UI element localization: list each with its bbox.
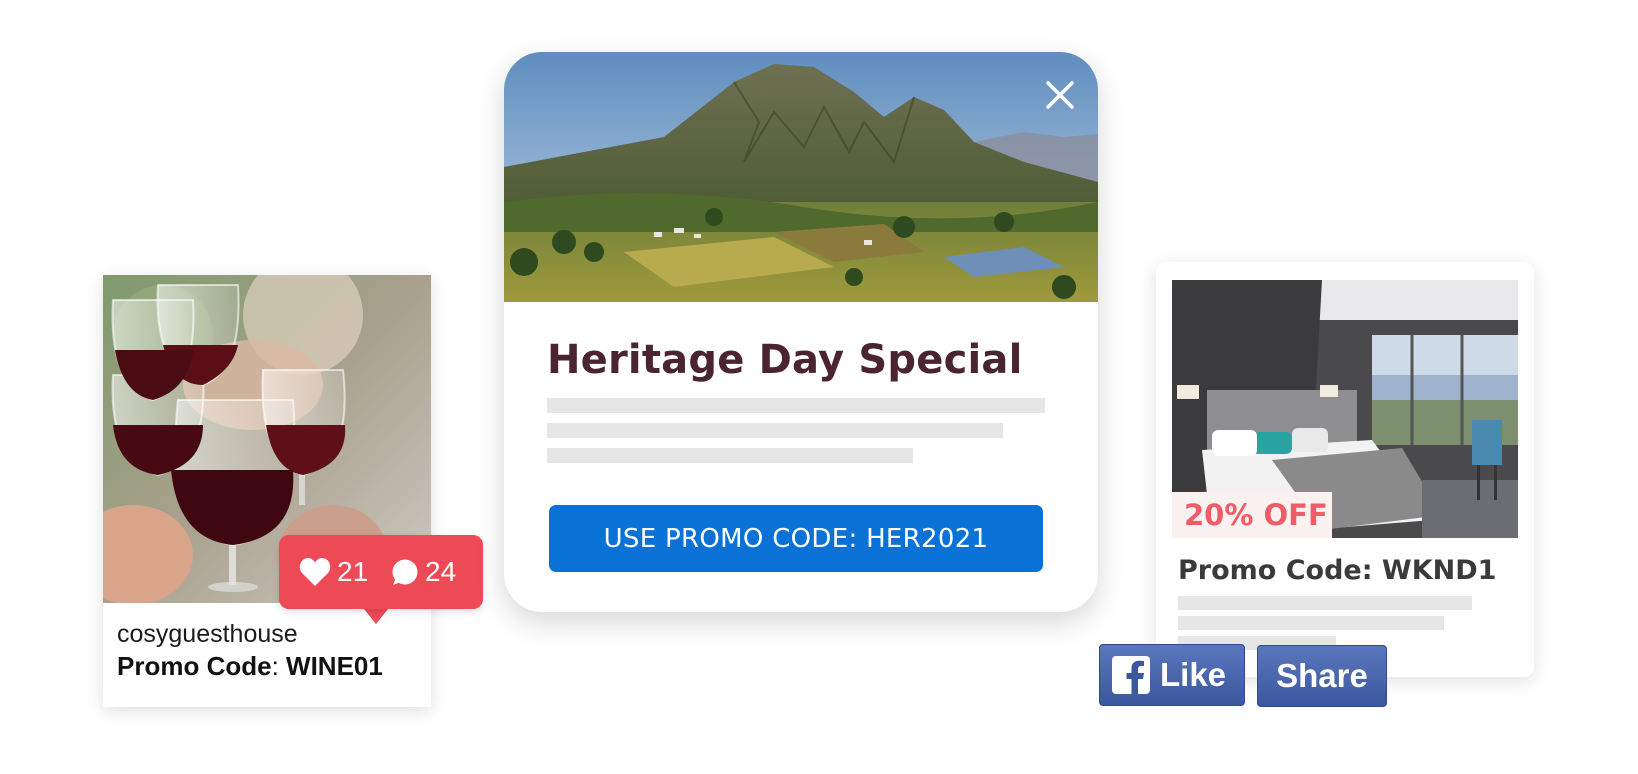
use-promo-code-button[interactable]: USE PROMO CODE: HER2021 <box>549 505 1043 572</box>
text-placeholder-line <box>547 448 913 463</box>
close-icon[interactable] <box>1040 75 1080 115</box>
promo-label: Promo Code <box>117 651 272 681</box>
text-placeholder-line <box>547 398 1045 413</box>
promo-separator: : <box>271 651 279 681</box>
heart-icon <box>299 558 331 586</box>
likes-count: 21 <box>337 556 369 587</box>
facebook-like-button[interactable]: Like <box>1099 644 1245 706</box>
facebook-share-button[interactable]: Share <box>1257 645 1387 707</box>
hotel-offer-card: 20% OFF Promo Code: WKND1 <box>1156 262 1534 677</box>
promo-popup-modal: Heritage Day Special USE PROMO CODE: HER… <box>504 52 1098 612</box>
activity-notification-badge[interactable]: 21 24 <box>279 535 483 609</box>
promo-code: WINE01 <box>286 651 383 681</box>
comment-bubble-icon <box>392 559 418 585</box>
instagram-post-card: cosyguesthouse Promo Code: WINE01 <box>103 275 431 707</box>
text-placeholder-line <box>547 423 1003 438</box>
comments-count: 24 <box>425 556 457 587</box>
discount-badge: 20% OFF <box>1172 492 1332 538</box>
popup-title: Heritage Day Special <box>547 337 1023 383</box>
username[interactable]: cosyguesthouse <box>117 620 298 649</box>
mountain-vineyard-photo <box>504 52 1098 302</box>
text-placeholder-line <box>1178 616 1444 630</box>
promo-code-text: Promo Code: WINE01 <box>117 651 383 682</box>
text-placeholder-line <box>1178 596 1472 610</box>
like-label: Like <box>1160 656 1227 693</box>
facebook-logo-icon <box>1112 656 1150 694</box>
hotel-promo-code: Promo Code: WKND1 <box>1178 555 1497 586</box>
